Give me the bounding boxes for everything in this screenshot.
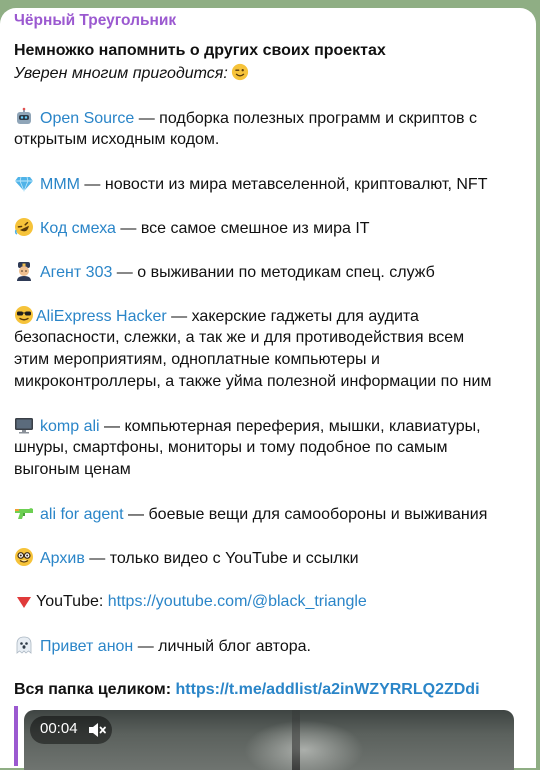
muted-speaker-icon[interactable] [87,720,107,740]
item-description: — только видео с YouTube и ссылки [84,550,359,567]
list-item: МММ — новости из мира метавселенной, кри… [14,173,530,196]
item-description-cont: микроконтроллеры, а также уйма полезной … [14,373,492,390]
item-description-cont: шнуры, смартфоны, мониторы и тому подобн… [14,439,448,456]
subtitle-text: Уверен многим пригодится: [14,65,228,82]
item-description: — личный блог автора. [133,638,311,655]
channel-link-arkhiv[interactable]: Архив [40,550,85,567]
item-description: — о выживании по методикам спец. служб [112,264,435,281]
list-item: YouTube: https://youtube.com/@black_tria… [14,591,530,613]
ghost-icon [16,636,32,654]
list-item: Агент 303 — о выживании по методикам спе… [14,261,530,284]
channel-link-privet-anon[interactable]: Привет анон [40,638,133,655]
list-item: Open Source — подборка полезных программ… [14,107,530,130]
red-triangle-icon [17,597,31,608]
item-description: — подборка полезных программ и скриптов … [134,110,477,127]
item-description-cont: безопасности, слежки, а так же и для про… [14,329,465,346]
video-fog [244,720,364,770]
item-description: — компьютерная переферия, мышки, клавиат… [99,418,481,435]
video-spire [292,710,300,770]
list-item: AliExpress Hacker — хакерские гаджеты дл… [14,305,530,328]
folder-link[interactable]: https://t.me/addlist/a2inWZYRRLQ2ZDdi [176,681,480,698]
wink-face-icon [231,63,248,81]
youtube-link[interactable]: https://youtube.com/@black_triangle [108,593,367,610]
list-item: Код смеха — все самое смешное из мира IT [14,217,530,240]
robot-icon [17,107,31,124]
author-name[interactable]: Чёрный Треугольник [14,12,176,30]
channel-link-mmm[interactable]: МММ [40,176,80,193]
channel-link-ali-for-agent[interactable]: ali for agent [40,506,124,523]
post-subtitle: Уверен многим пригодится: [14,63,530,85]
rofl-face-icon [14,218,33,236]
channel-link-aliexpress-hacker[interactable]: AliExpress Hacker [36,308,167,325]
youtube-label: YouTube: [36,593,108,610]
item-description-cont: этим мероприятиям, одноплатные компьютер… [14,351,380,368]
item-description-cont: открытым исходным кодом. [14,131,220,148]
sunglasses-face-icon [15,306,33,324]
water-pistol-icon [15,508,33,519]
video-time: 00:04 [40,720,78,737]
desktop-computer-icon [15,418,33,434]
item-description: — хакерские гаджеты для аудита [166,308,419,325]
folder-line: Вся папка целиком: https://t.me/addlist/… [14,679,530,701]
police-officer-icon [17,262,31,281]
gem-icon [15,176,33,193]
post-title: Немножко напомнить о других своих проект… [14,42,386,59]
list-item: Архив — только видео с YouTube и ссылки [14,547,530,570]
list-item: komp ali — компьютерная переферия, мышки… [14,415,530,438]
video-quote-bar [14,706,18,766]
channel-link-agent-303[interactable]: Агент 303 [40,264,112,281]
item-description: — боевые вещи для самообороны и выживани… [123,506,488,523]
channel-link-kod-smeha[interactable]: Код смеха [40,220,116,237]
list-item: Привет анон — личный блог автора. [14,635,530,658]
item-description: — все самое смешное из мира IT [115,220,370,237]
folder-label: Вся папка целиком: [14,681,176,698]
channel-link-komp-ali[interactable]: komp ali [40,418,100,435]
item-description-cont: выгоным ценам [14,461,131,478]
list-item: ali for agent — боевые вещи для самообор… [14,503,530,526]
channel-link-open-source[interactable]: Open Source [40,110,134,127]
nerd-face-icon [15,548,33,566]
item-description: — новости из мира метавселенной, криптов… [79,176,488,193]
